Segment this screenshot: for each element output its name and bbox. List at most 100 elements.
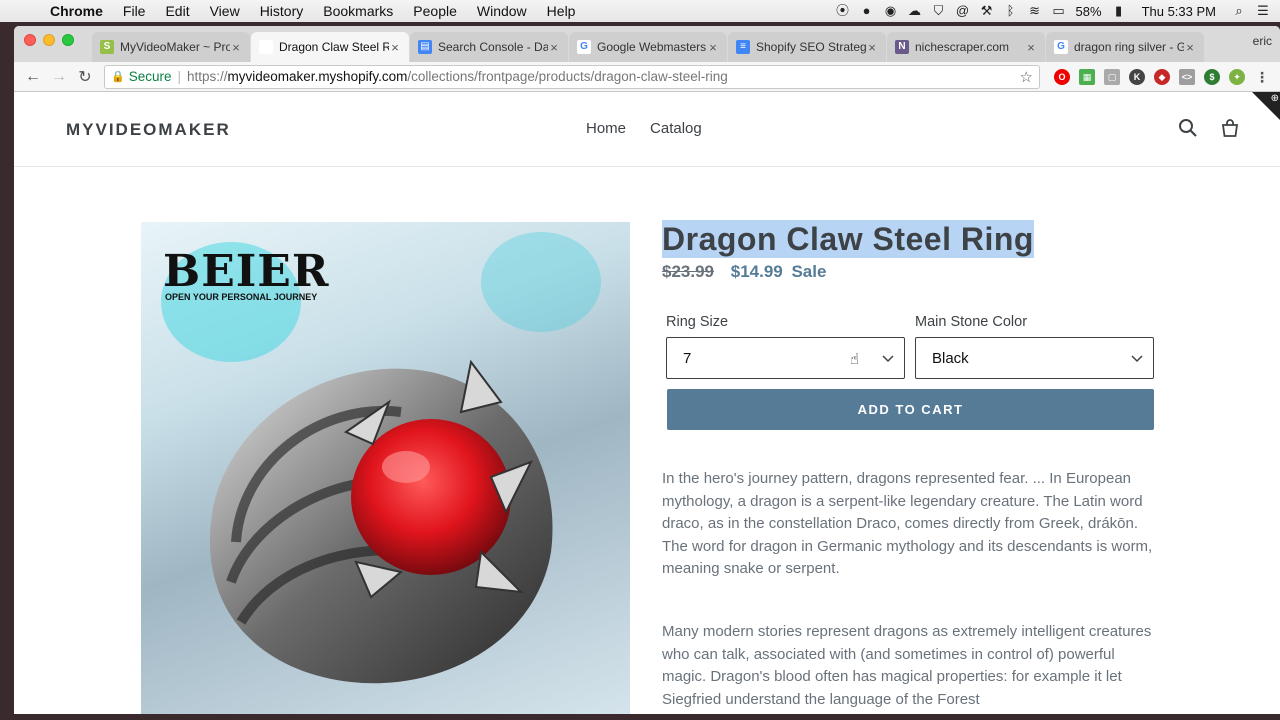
menu-people[interactable]: People	[403, 3, 467, 19]
tab-label: Search Console - Da	[438, 40, 548, 54]
docs-icon: ≡	[736, 40, 750, 54]
brand-tagline: OPEN YOUR PERSONAL JOURNEY	[165, 292, 318, 302]
menu-view[interactable]: View	[200, 3, 250, 19]
secure-label: Secure	[128, 69, 172, 84]
dollar-extension-icon[interactable]: $	[1204, 68, 1220, 85]
minimize-window-button[interactable]	[43, 34, 55, 46]
bluetooth-icon[interactable]: ᛒ	[1004, 4, 1018, 18]
forward-icon[interactable]: →	[46, 68, 72, 86]
close-icon[interactable]: ×	[548, 40, 560, 55]
product-details: Dragon Claw Steel Ring $23.99 $14.99 Sal…	[662, 220, 1162, 711]
menu-help[interactable]: Help	[537, 3, 586, 19]
new-tab-button[interactable]	[1205, 32, 1241, 62]
tab-dragon-ring-search[interactable]: G dragon ring silver - G ×	[1046, 32, 1204, 62]
url-scheme: https://	[187, 69, 228, 84]
corner-badge[interactable]: ⊕	[1250, 92, 1280, 122]
url-path: /collections/frontpage/products/dragon-c…	[407, 69, 728, 84]
stone-color-value: Black	[932, 349, 969, 367]
chrome-menu-icon[interactable]: ⋮	[1254, 69, 1270, 85]
menu-bookmarks[interactable]: Bookmarks	[313, 3, 403, 19]
tab-label: nichescraper.com	[915, 40, 1010, 54]
close-window-button[interactable]	[24, 34, 36, 46]
close-icon[interactable]: ×	[230, 40, 242, 55]
lock-icon: 🔒	[111, 71, 125, 83]
search-icon[interactable]	[1178, 118, 1198, 143]
tab-shopify-seo[interactable]: ≡ Shopify SEO Strateg ×	[728, 32, 886, 62]
tools-icon[interactable]: ⚒	[980, 4, 994, 18]
close-icon[interactable]: ×	[1184, 40, 1196, 55]
status-circle-icon[interactable]: ●	[860, 4, 874, 18]
tab-google-webmasters[interactable]: G Google Webmasters ×	[569, 32, 727, 62]
red-extension-icon[interactable]: ◆	[1154, 68, 1170, 85]
hand-cursor-icon: ☝	[850, 351, 860, 368]
menu-history[interactable]: History	[250, 3, 314, 19]
n-icon: N	[895, 40, 909, 54]
battery-icon[interactable]: ▮	[1112, 4, 1126, 18]
menu-window[interactable]: Window	[467, 3, 537, 19]
menu-edit[interactable]: Edit	[155, 3, 199, 19]
back-icon[interactable]: ←	[20, 68, 46, 86]
store-logo[interactable]: MYVIDEOMAKER	[66, 120, 231, 140]
search-console-icon: ▤	[418, 40, 432, 54]
menubar-clock[interactable]: Thu 5:33 PM	[1142, 4, 1216, 19]
nav-home[interactable]: Home	[586, 120, 626, 137]
opera-extension-icon[interactable]: O	[1054, 68, 1070, 85]
close-icon[interactable]: ×	[1025, 40, 1037, 55]
close-icon[interactable]: ×	[389, 40, 401, 55]
tab-myvideomaker[interactable]: S MyVideoMaker ~ Pro ×	[92, 32, 250, 62]
sale-price: $14.99	[730, 262, 783, 281]
chevron-down-icon	[882, 350, 894, 367]
spotlight-search-icon[interactable]: ⌕	[1232, 4, 1246, 18]
url-separator: |	[177, 69, 181, 84]
page-scrollbar[interactable]	[1272, 332, 1280, 712]
close-icon[interactable]: ×	[866, 40, 878, 55]
grey-extension-icon[interactable]: ▢	[1104, 68, 1120, 85]
address-bar[interactable]: 🔒 Secure | https:// myvideomaker.myshopi…	[104, 64, 1040, 89]
tab-label: Google Webmasters	[597, 40, 707, 54]
cart-icon[interactable]	[1220, 118, 1240, 143]
close-icon[interactable]: ×	[707, 40, 719, 55]
code-extension-icon[interactable]: <>	[1179, 68, 1195, 85]
tab-search-console[interactable]: ▤ Search Console - Da ×	[410, 32, 568, 62]
ring-size-group: Ring Size 7 ☝	[666, 314, 905, 379]
reload-icon[interactable]: ↻	[72, 67, 98, 87]
battery-percent: 58%	[1075, 3, 1102, 19]
extensions-area: O ▦ ▢ K ◆ <> $ ✦ ⋮	[1054, 68, 1270, 85]
google-icon: G	[1054, 40, 1068, 54]
stone-color-select[interactable]: Black	[915, 337, 1154, 379]
k-extension-icon[interactable]: K	[1129, 68, 1145, 85]
status-dot-icon[interactable]: ◉	[884, 4, 898, 18]
airplay-icon[interactable]: ▭	[1052, 4, 1066, 18]
ring-size-value: 7	[683, 349, 692, 367]
ring-size-select[interactable]: 7 ☝	[666, 337, 905, 379]
wifi-icon[interactable]: ≋	[1028, 4, 1042, 18]
ring-size-label: Ring Size	[666, 314, 729, 330]
tab-label: Dragon Claw Steel R	[279, 40, 389, 54]
shield-icon[interactable]: ⛉	[932, 4, 946, 18]
record-icon[interactable]: ⦿	[836, 4, 850, 18]
notification-center-icon[interactable]: ☰	[1256, 4, 1270, 18]
site-header: MYVIDEOMAKER Home Catalog ⊕	[14, 92, 1280, 167]
tab-dragon-claw[interactable]: Dragon Claw Steel R ×	[251, 32, 409, 62]
chrome-window: S MyVideoMaker ~ Pro × Dragon Claw Steel…	[14, 26, 1280, 714]
google-icon: G	[577, 40, 591, 54]
add-to-cart-button[interactable]: ADD TO CART	[667, 389, 1154, 430]
toolbar: ← → ↻ 🔒 Secure | https:// myvideomaker.m…	[14, 62, 1280, 92]
shopify-icon: S	[100, 40, 114, 54]
product-image[interactable]: BEIER OPEN YOUR PERSONAL JOURNEY	[141, 222, 630, 714]
brand-logo-text: BEIER	[163, 246, 330, 297]
zoom-window-button[interactable]	[62, 34, 74, 46]
spiral-icon[interactable]: @	[956, 4, 970, 18]
cloud-icon[interactable]: ☁	[908, 4, 922, 18]
gear-extension-icon[interactable]: ✦	[1229, 68, 1245, 85]
main-nav: Home Catalog	[586, 120, 702, 137]
menu-app-chrome[interactable]: Chrome	[40, 3, 113, 19]
bookmark-star-icon[interactable]: ☆	[1020, 68, 1033, 86]
nav-catalog[interactable]: Catalog	[650, 120, 702, 137]
sale-badge: Sale	[791, 262, 827, 281]
tab-nichescraper[interactable]: N nichescraper.com ×	[887, 32, 1045, 62]
stone-color-label: Main Stone Color	[915, 314, 1028, 330]
profile-name[interactable]: eric	[1253, 34, 1272, 48]
menu-file[interactable]: File	[113, 3, 156, 19]
grid-extension-icon[interactable]: ▦	[1079, 68, 1095, 85]
